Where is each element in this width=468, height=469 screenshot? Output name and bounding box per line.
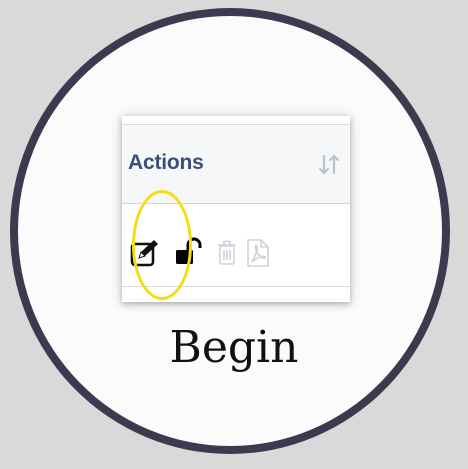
sort-icon[interactable] xyxy=(316,153,342,177)
actions-column-header: Actions xyxy=(128,151,204,174)
pdf-icon[interactable] xyxy=(246,238,270,268)
stage: Actions Begin xyxy=(0,0,468,469)
trash-icon[interactable] xyxy=(216,240,238,266)
caption-begin: Begin xyxy=(169,322,299,373)
edit-highlight-ring xyxy=(132,190,192,300)
